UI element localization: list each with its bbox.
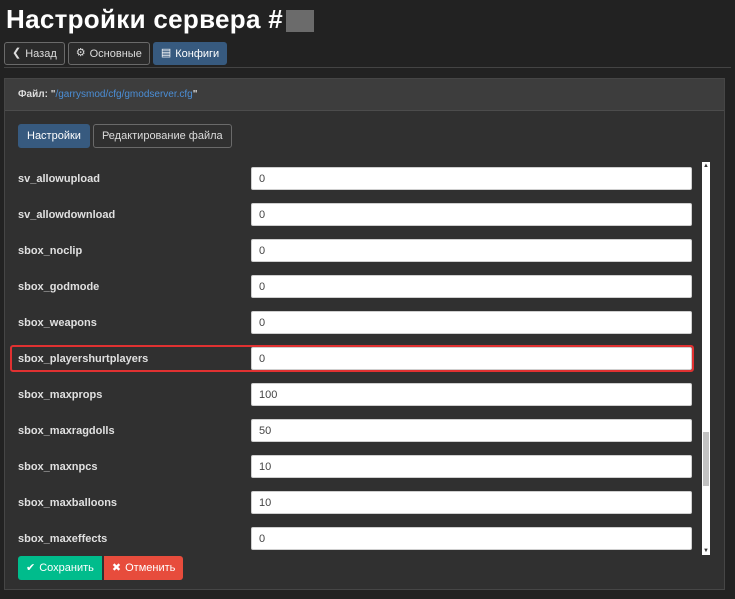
cancel-button-label: Отменить — [125, 562, 176, 574]
setting-value-input[interactable] — [251, 275, 692, 298]
setting-value-input[interactable] — [251, 491, 692, 514]
setting-row: sbox_playershurtplayers — [10, 342, 694, 378]
setting-label: sv_allowupload — [18, 173, 100, 185]
form-actions: ✔ Сохранить ✖ Отменить — [18, 556, 184, 580]
scroll-up-arrow-icon[interactable]: ▲ — [702, 162, 710, 170]
save-button[interactable]: ✔ Сохранить — [18, 556, 102, 580]
setting-row: sv_allowupload — [10, 162, 693, 198]
file-prefix: Файл: " — [18, 89, 56, 100]
setting-label: sbox_maxnpcs — [18, 461, 98, 473]
config-panel: Файл: " /garrysmod/cfg/gmodserver.cfg " … — [4, 78, 725, 590]
setting-label: sv_allowdownload — [18, 209, 116, 221]
page-title: Настройки сервера # — [6, 4, 315, 35]
main-settings-label: Основные — [89, 47, 142, 60]
page-title-text: Настройки сервера # — [6, 4, 284, 34]
setting-row: sv_allowdownload — [10, 198, 693, 234]
file-header: Файл: " /garrysmod/cfg/gmodserver.cfg " — [5, 79, 724, 111]
setting-label: sbox_maxeffects — [18, 533, 108, 545]
setting-label: sbox_maxballoons — [18, 497, 118, 509]
scroll-thumb[interactable] — [703, 432, 709, 486]
setting-label: sbox_playershurtplayers — [18, 353, 149, 365]
setting-label: sbox_noclip — [18, 245, 83, 257]
chevron-left-icon: ❮ — [12, 47, 22, 59]
check-icon: ✔ — [26, 561, 36, 574]
save-button-label: Сохранить — [39, 562, 94, 574]
setting-value-input[interactable] — [251, 167, 692, 190]
setting-row: sbox_maxnpcs — [10, 450, 693, 486]
setting-label: sbox_weapons — [18, 317, 97, 329]
setting-value-input[interactable] — [251, 311, 692, 334]
setting-value-input[interactable] — [251, 455, 692, 478]
configs-button-label: Конфиги — [175, 47, 220, 60]
tab-settings[interactable]: Настройки — [18, 124, 90, 148]
setting-label: sbox_godmode — [18, 281, 100, 293]
tab-edit-file[interactable]: Редактирование файла — [92, 124, 232, 148]
setting-value-input[interactable] — [251, 383, 692, 406]
nav-divider — [4, 67, 731, 68]
back-button-label: Назад — [25, 47, 57, 60]
setting-row: sbox_maxballoons — [10, 486, 693, 522]
setting-row: sbox_godmode — [10, 270, 693, 306]
list-icon: ▤ — [160, 47, 172, 59]
main-settings-button[interactable]: ⚙ Основные — [67, 42, 150, 65]
setting-value-input[interactable] — [251, 527, 692, 550]
file-suffix: " — [192, 89, 198, 100]
settings-scrollbar[interactable]: ▲ ▼ — [702, 162, 710, 555]
configs-button[interactable]: ▤ Конфиги — [152, 42, 228, 65]
back-button[interactable]: ❮ Назад — [4, 42, 65, 65]
setting-label: sbox_maxragdolls — [18, 425, 115, 437]
setting-value-input[interactable] — [251, 347, 692, 370]
setting-value-input[interactable] — [251, 239, 692, 262]
setting-row: sbox_maxragdolls — [10, 414, 693, 450]
cancel-button[interactable]: ✖ Отменить — [103, 556, 184, 580]
setting-label: sbox_maxprops — [18, 389, 103, 401]
top-nav: ❮ Назад ⚙ Основные ▤ Конфиги — [4, 42, 228, 65]
server-id-redaction — [286, 10, 315, 32]
scroll-down-arrow-icon[interactable]: ▼ — [702, 547, 710, 555]
setting-row: sbox_weapons — [10, 306, 693, 342]
setting-row: sbox_noclip — [10, 234, 693, 270]
setting-row: sbox_maxeffects — [10, 522, 693, 558]
settings-list: sv_allowupload sv_allowdownload sbox_nocli… — [10, 162, 694, 558]
setting-value-input[interactable] — [251, 419, 692, 442]
setting-value-input[interactable] — [251, 203, 692, 226]
gear-icon: ⚙ — [75, 47, 86, 59]
config-tabs: Настройки Редактирование файла — [18, 124, 232, 148]
file-path-link[interactable]: /garrysmod/cfg/gmodserver.cfg — [55, 89, 192, 100]
setting-row: sbox_maxprops — [10, 378, 693, 414]
close-icon: ✖ — [111, 561, 122, 574]
